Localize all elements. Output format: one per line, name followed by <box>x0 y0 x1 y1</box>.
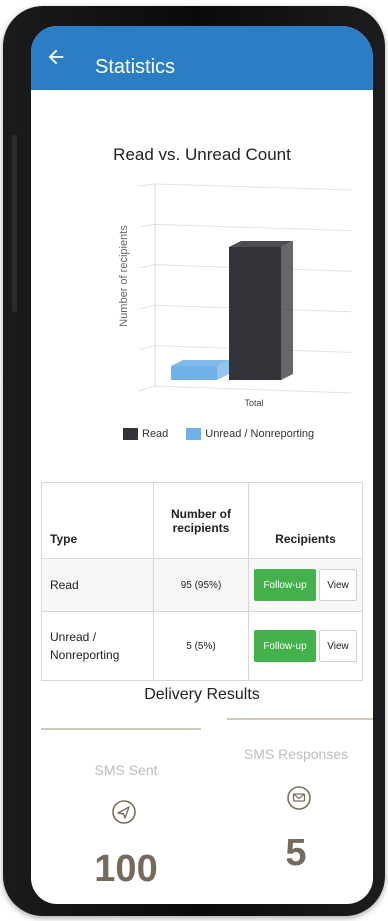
grid-line <box>138 183 156 187</box>
grid-line <box>138 223 156 228</box>
divider <box>41 728 201 730</box>
row-actions: Follow-up View <box>248 611 363 681</box>
send-icon <box>112 800 136 824</box>
bar-read <box>229 241 293 380</box>
view-button-unread[interactable]: View <box>319 630 357 662</box>
chart-title: Read vs. Unread Count <box>113 145 291 164</box>
grid-line <box>138 264 156 269</box>
legend-item-unread: Unread / Nonreporting <box>186 428 314 440</box>
bar-unread <box>171 360 229 380</box>
page-title: Statistics <box>95 56 176 78</box>
back-arrow-icon[interactable] <box>45 46 67 68</box>
grid-line <box>138 304 156 310</box>
table-row: Read 95 (95%) Follow-up View <box>41 558 363 612</box>
bar-chart: Number of recipients Total <box>118 183 352 408</box>
header-count: Number of recipients <box>153 482 249 559</box>
sms-sent-label: SMS Sent <box>94 762 158 778</box>
message-icon <box>287 786 311 810</box>
grid-line <box>138 385 156 392</box>
row-count: 5 (5%) <box>153 611 249 681</box>
legend-label-read: Read <box>142 428 169 440</box>
delivery-results-title: Delivery Results <box>144 686 260 703</box>
legend-swatch-unread <box>186 428 202 440</box>
grid-line <box>154 183 352 191</box>
screen: Statistics Read vs. Unread Count Number … <box>31 26 373 904</box>
row-actions: Follow-up View <box>248 558 363 612</box>
row-type: Read <box>41 558 154 612</box>
x-tick-label: Total <box>244 398 263 408</box>
grid-line <box>154 223 352 232</box>
phone-frame: Statistics Read vs. Unread Count Number … <box>3 6 385 916</box>
table-header-row: Type Number of recipients Recipients <box>41 482 363 559</box>
grid-line <box>154 385 352 394</box>
sms-responses-label: SMS Responses <box>243 746 349 762</box>
legend-swatch-read <box>123 428 138 440</box>
y-axis-label: Number of recipients <box>118 225 130 327</box>
sms-responses-value: 5 <box>285 832 307 874</box>
follow-up-button-read[interactable]: Follow-up <box>254 569 316 601</box>
chart-legend: Read Unread / Nonreporting <box>123 428 332 440</box>
grid-line <box>138 345 156 351</box>
stats-table: Type Number of recipients Recipients Rea… <box>41 482 363 681</box>
row-count: 95 (95%) <box>153 558 249 612</box>
divider <box>227 718 373 720</box>
sms-sent-value: 100 <box>94 848 158 890</box>
view-button-read[interactable]: View <box>319 569 357 601</box>
table-row: Unread / Nonreporting 5 (5%) Follow-up V… <box>41 611 363 681</box>
legend-label-unread: Unread / Nonreporting <box>205 428 315 440</box>
app-bar: Statistics <box>31 26 373 90</box>
row-type: Unread / Nonreporting <box>41 611 154 681</box>
header-type: Type <box>41 482 154 559</box>
side-button <box>12 134 17 312</box>
follow-up-button-unread[interactable]: Follow-up <box>254 630 316 662</box>
header-recipients: Recipients <box>248 482 363 559</box>
legend-item-read: Read <box>123 428 168 440</box>
